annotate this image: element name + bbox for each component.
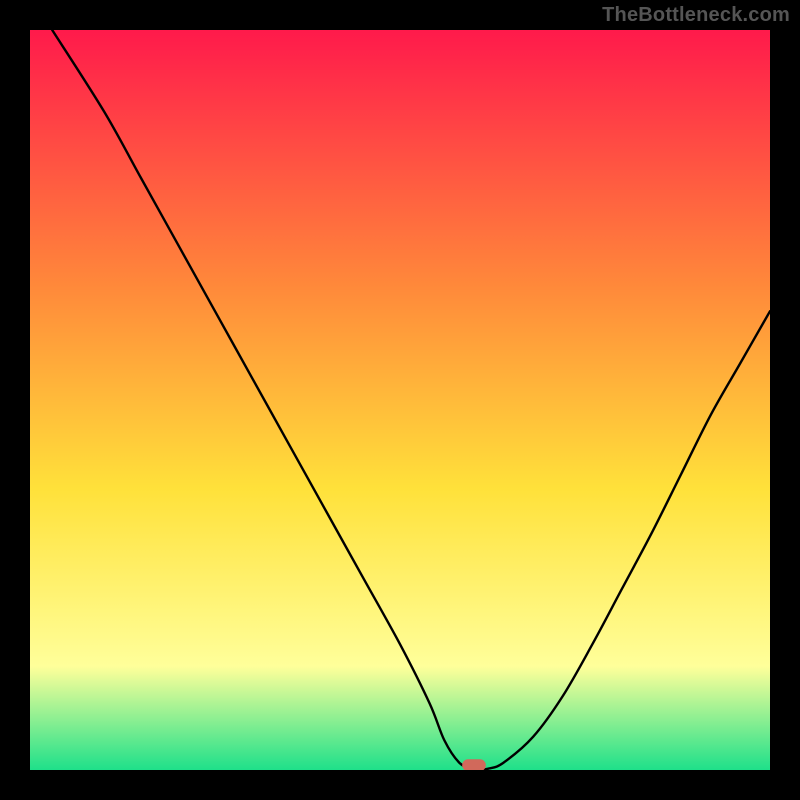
minimum-marker [462,759,486,770]
gradient-background [30,30,770,770]
watermark-text: TheBottleneck.com [602,4,790,27]
plot-area [30,30,770,770]
chart-svg [30,30,770,770]
chart-frame: TheBottleneck.com [0,0,800,800]
